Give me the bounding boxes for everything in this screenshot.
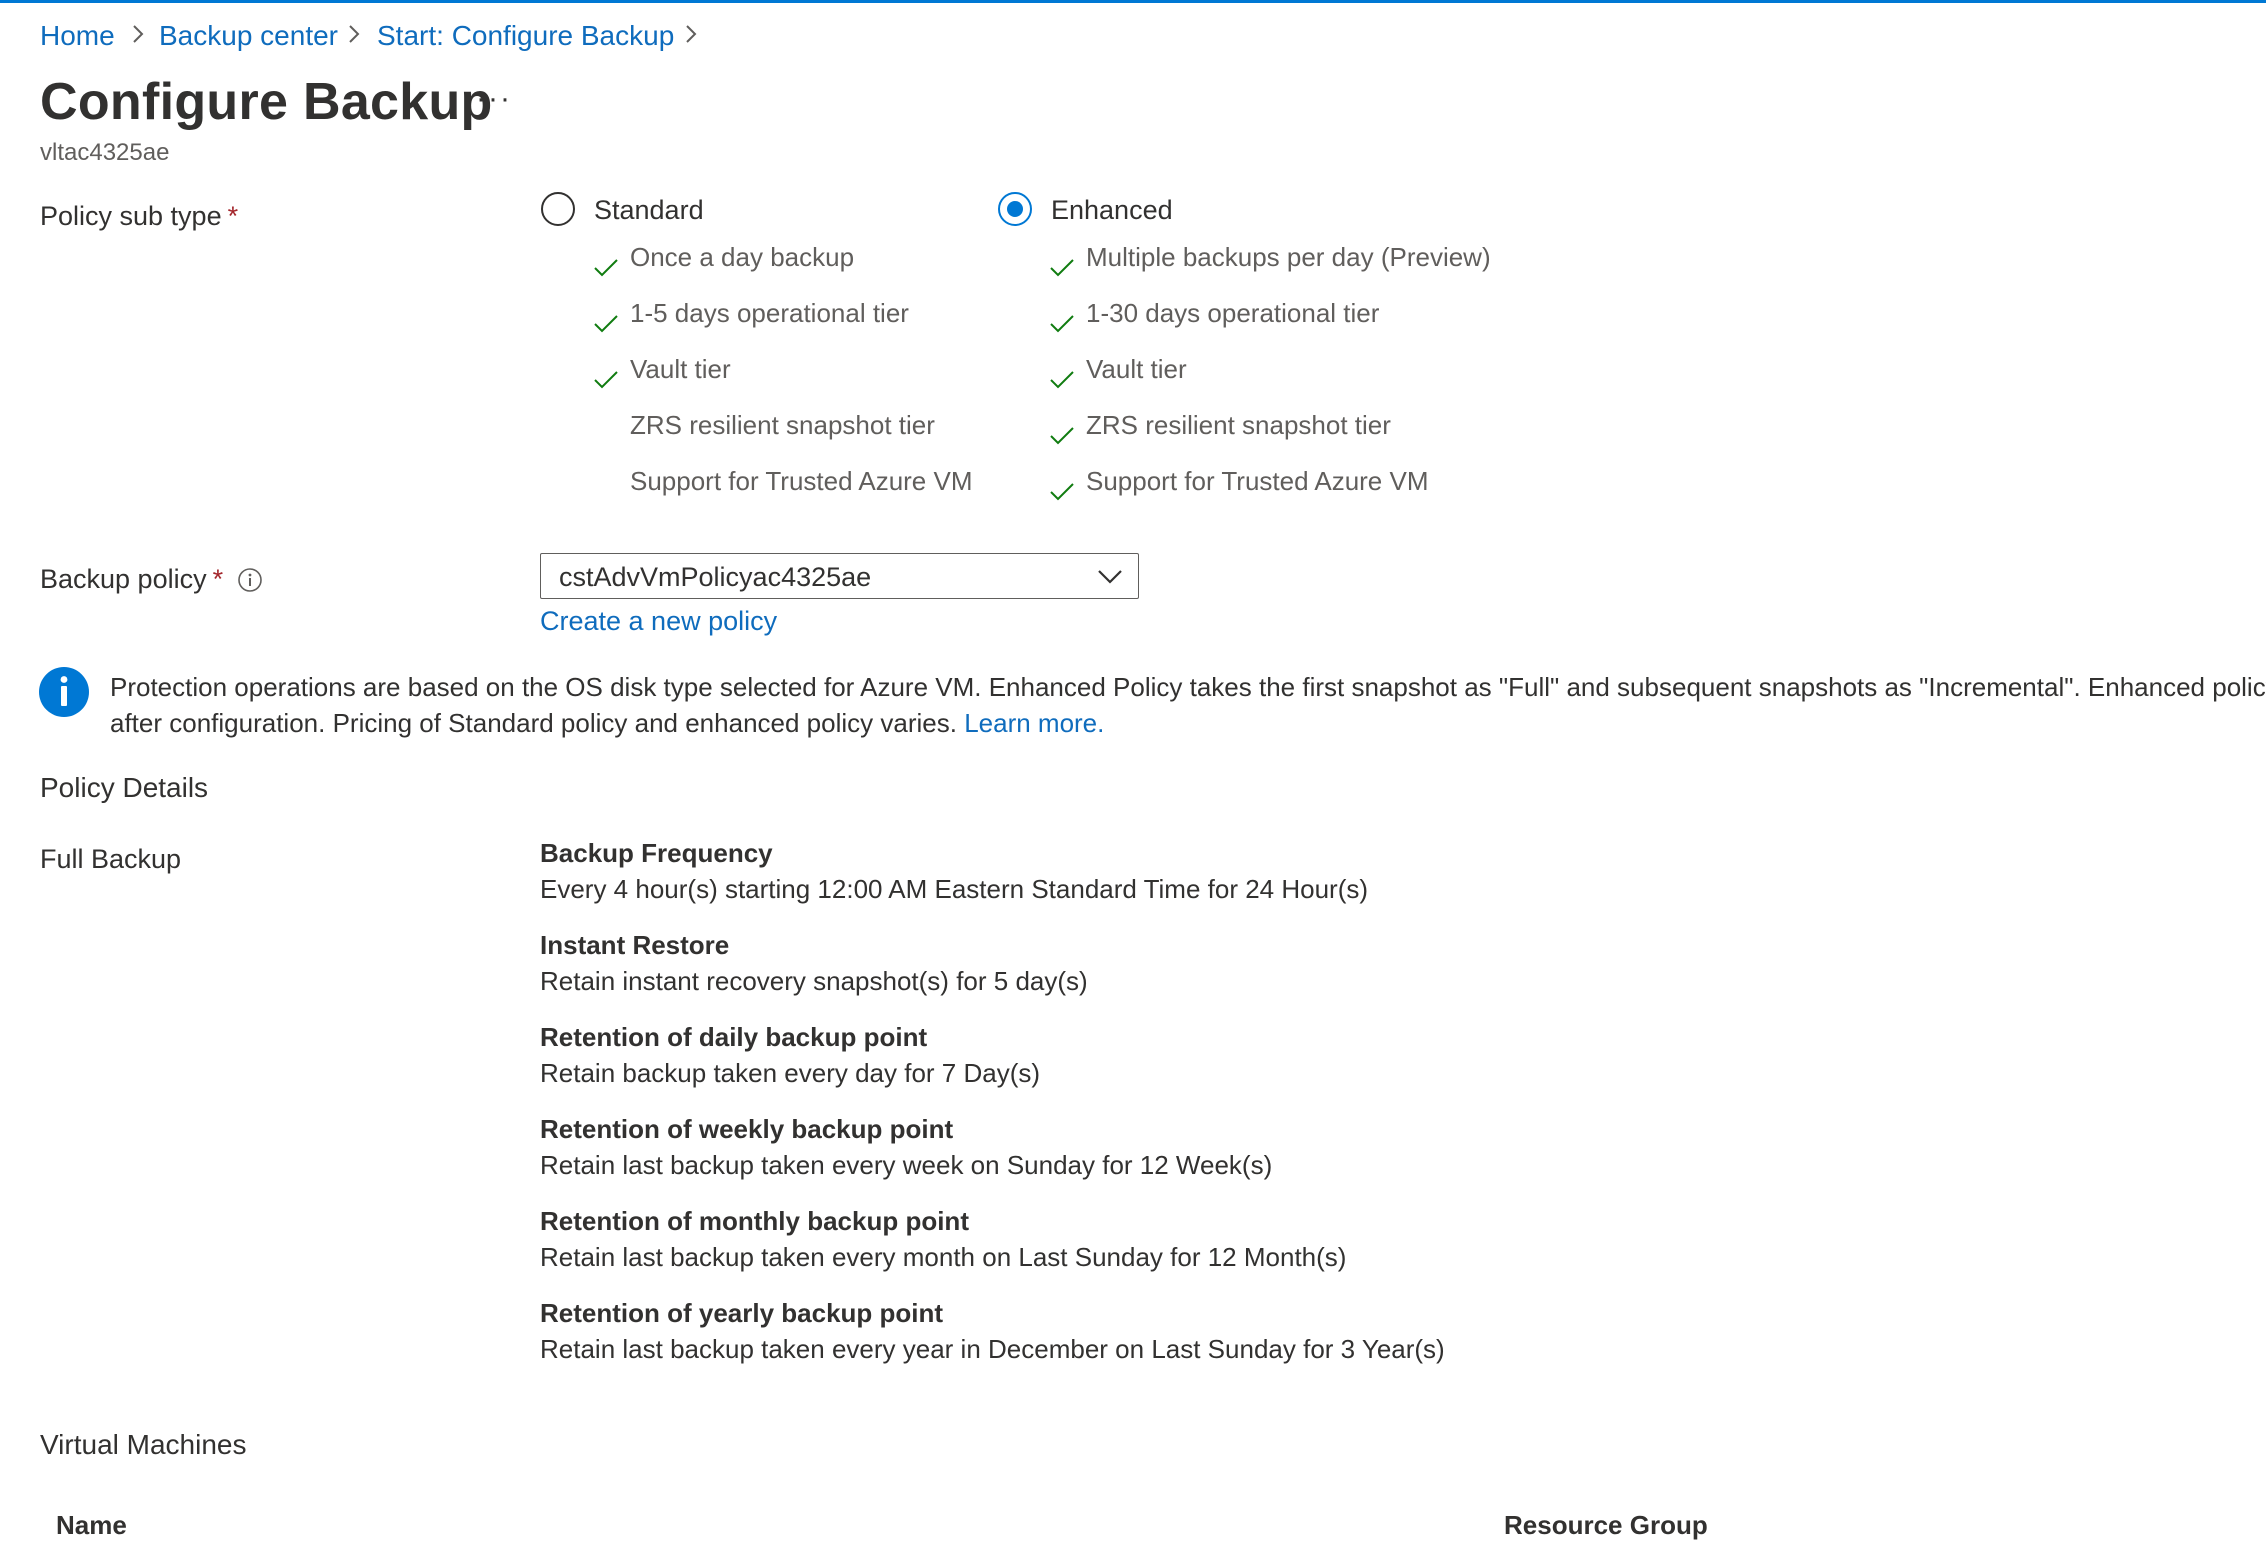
policy-details-heading: Policy Details xyxy=(40,772,209,803)
checkmark-icon xyxy=(1050,483,1074,501)
radio-enhanced[interactable] xyxy=(998,192,1032,226)
policy-sub-type-label: Policy sub type * xyxy=(40,201,238,232)
chevron-right-icon xyxy=(133,25,144,43)
column-header-name[interactable]: Name xyxy=(56,1510,127,1541)
radio-standard-label[interactable]: Standard xyxy=(594,195,704,226)
full-backup-label: Full Backup xyxy=(40,844,182,874)
backup-policy-label-text: Backup policy xyxy=(40,564,207,594)
detail-value: Retain last backup taken every week on S… xyxy=(540,1150,1273,1180)
feature-item: ZRS resilient snapshot tier xyxy=(1086,410,1391,440)
chevron-right-icon xyxy=(349,25,360,43)
top-accent-line xyxy=(0,0,2266,3)
feature-item: 1-5 days operational tier xyxy=(630,298,909,328)
checkmark-icon xyxy=(594,371,618,389)
radio-selected-dot xyxy=(1007,201,1023,217)
radio-standard[interactable] xyxy=(541,192,575,226)
detail-title: Retention of daily backup point xyxy=(540,1022,928,1052)
info-filled-icon xyxy=(39,667,89,717)
checkmark-icon xyxy=(1050,315,1074,333)
more-options-button[interactable]: ··· xyxy=(476,82,512,116)
detail-title: Backup Frequency xyxy=(540,838,773,868)
detail-title: Instant Restore xyxy=(540,930,730,960)
feature-item: Support for Trusted Azure VM xyxy=(1086,466,1429,496)
required-marker: * xyxy=(227,201,239,231)
checkmark-icon xyxy=(594,315,618,333)
required-marker: * xyxy=(212,564,224,594)
breadcrumb-home[interactable]: Home xyxy=(40,20,115,52)
virtual-machines-heading: Virtual Machines xyxy=(40,1429,247,1460)
feature-item: Vault tier xyxy=(1086,354,1187,384)
chevron-down-icon xyxy=(1098,570,1122,584)
column-header-resource-group[interactable]: Resource Group xyxy=(1504,1510,1708,1541)
breadcrumb-backup-center[interactable]: Backup center xyxy=(159,20,338,52)
feature-item: 1-30 days operational tier xyxy=(1086,298,1380,328)
backup-policy-label: Backup policy * xyxy=(40,564,223,595)
feature-item: Vault tier xyxy=(630,354,731,384)
info-banner-line-2: after configuration. Pricing of Standard… xyxy=(110,705,1104,741)
radio-enhanced-label[interactable]: Enhanced xyxy=(1051,195,1173,226)
feature-item: Multiple backups per day (Preview) xyxy=(1086,242,1491,272)
detail-title: Retention of weekly backup point xyxy=(540,1114,954,1144)
feature-item: ZRS resilient snapshot tier xyxy=(630,410,935,440)
detail-value: Retain last backup taken every month on … xyxy=(540,1242,1347,1272)
info-banner-line-1: Protection operations are based on the O… xyxy=(110,672,2266,702)
feature-item: Support for Trusted Azure VM xyxy=(630,466,973,496)
checkmark-icon xyxy=(1050,259,1074,277)
checkmark-icon xyxy=(594,259,618,277)
breadcrumb-start-configure[interactable]: Start: Configure Backup xyxy=(377,20,674,52)
backup-policy-dropdown[interactable]: cstAdvVmPolicyac4325ae xyxy=(540,553,1139,599)
checkmark-icon xyxy=(1050,427,1074,445)
info-banner-line-2-text: after configuration. Pricing of Standard… xyxy=(110,708,957,738)
info-icon[interactable] xyxy=(237,567,263,593)
policy-sub-type-label-text: Policy sub type xyxy=(40,201,222,231)
detail-value: Retain backup taken every day for 7 Day(… xyxy=(540,1058,1041,1088)
learn-more-link[interactable]: Learn more. xyxy=(964,708,1104,738)
detail-title: Retention of monthly backup point xyxy=(540,1206,969,1236)
page-title: Configure Backup xyxy=(40,73,493,131)
create-new-policy-link[interactable]: Create a new policy xyxy=(540,606,777,637)
detail-title: Retention of yearly backup point xyxy=(540,1298,944,1328)
checkmark-icon xyxy=(1050,371,1074,389)
chevron-right-icon xyxy=(686,25,697,43)
detail-value: Retain instant recovery snapshot(s) for … xyxy=(540,966,1088,996)
detail-value: Every 4 hour(s) starting 12:00 AM Easter… xyxy=(540,874,1369,904)
backup-policy-selected-value: cstAdvVmPolicyac4325ae xyxy=(559,562,872,592)
page-subtitle: vltac4325ae xyxy=(40,139,170,166)
detail-value: Retain last backup taken every year in D… xyxy=(540,1334,1445,1364)
feature-item: Once a day backup xyxy=(630,242,855,272)
